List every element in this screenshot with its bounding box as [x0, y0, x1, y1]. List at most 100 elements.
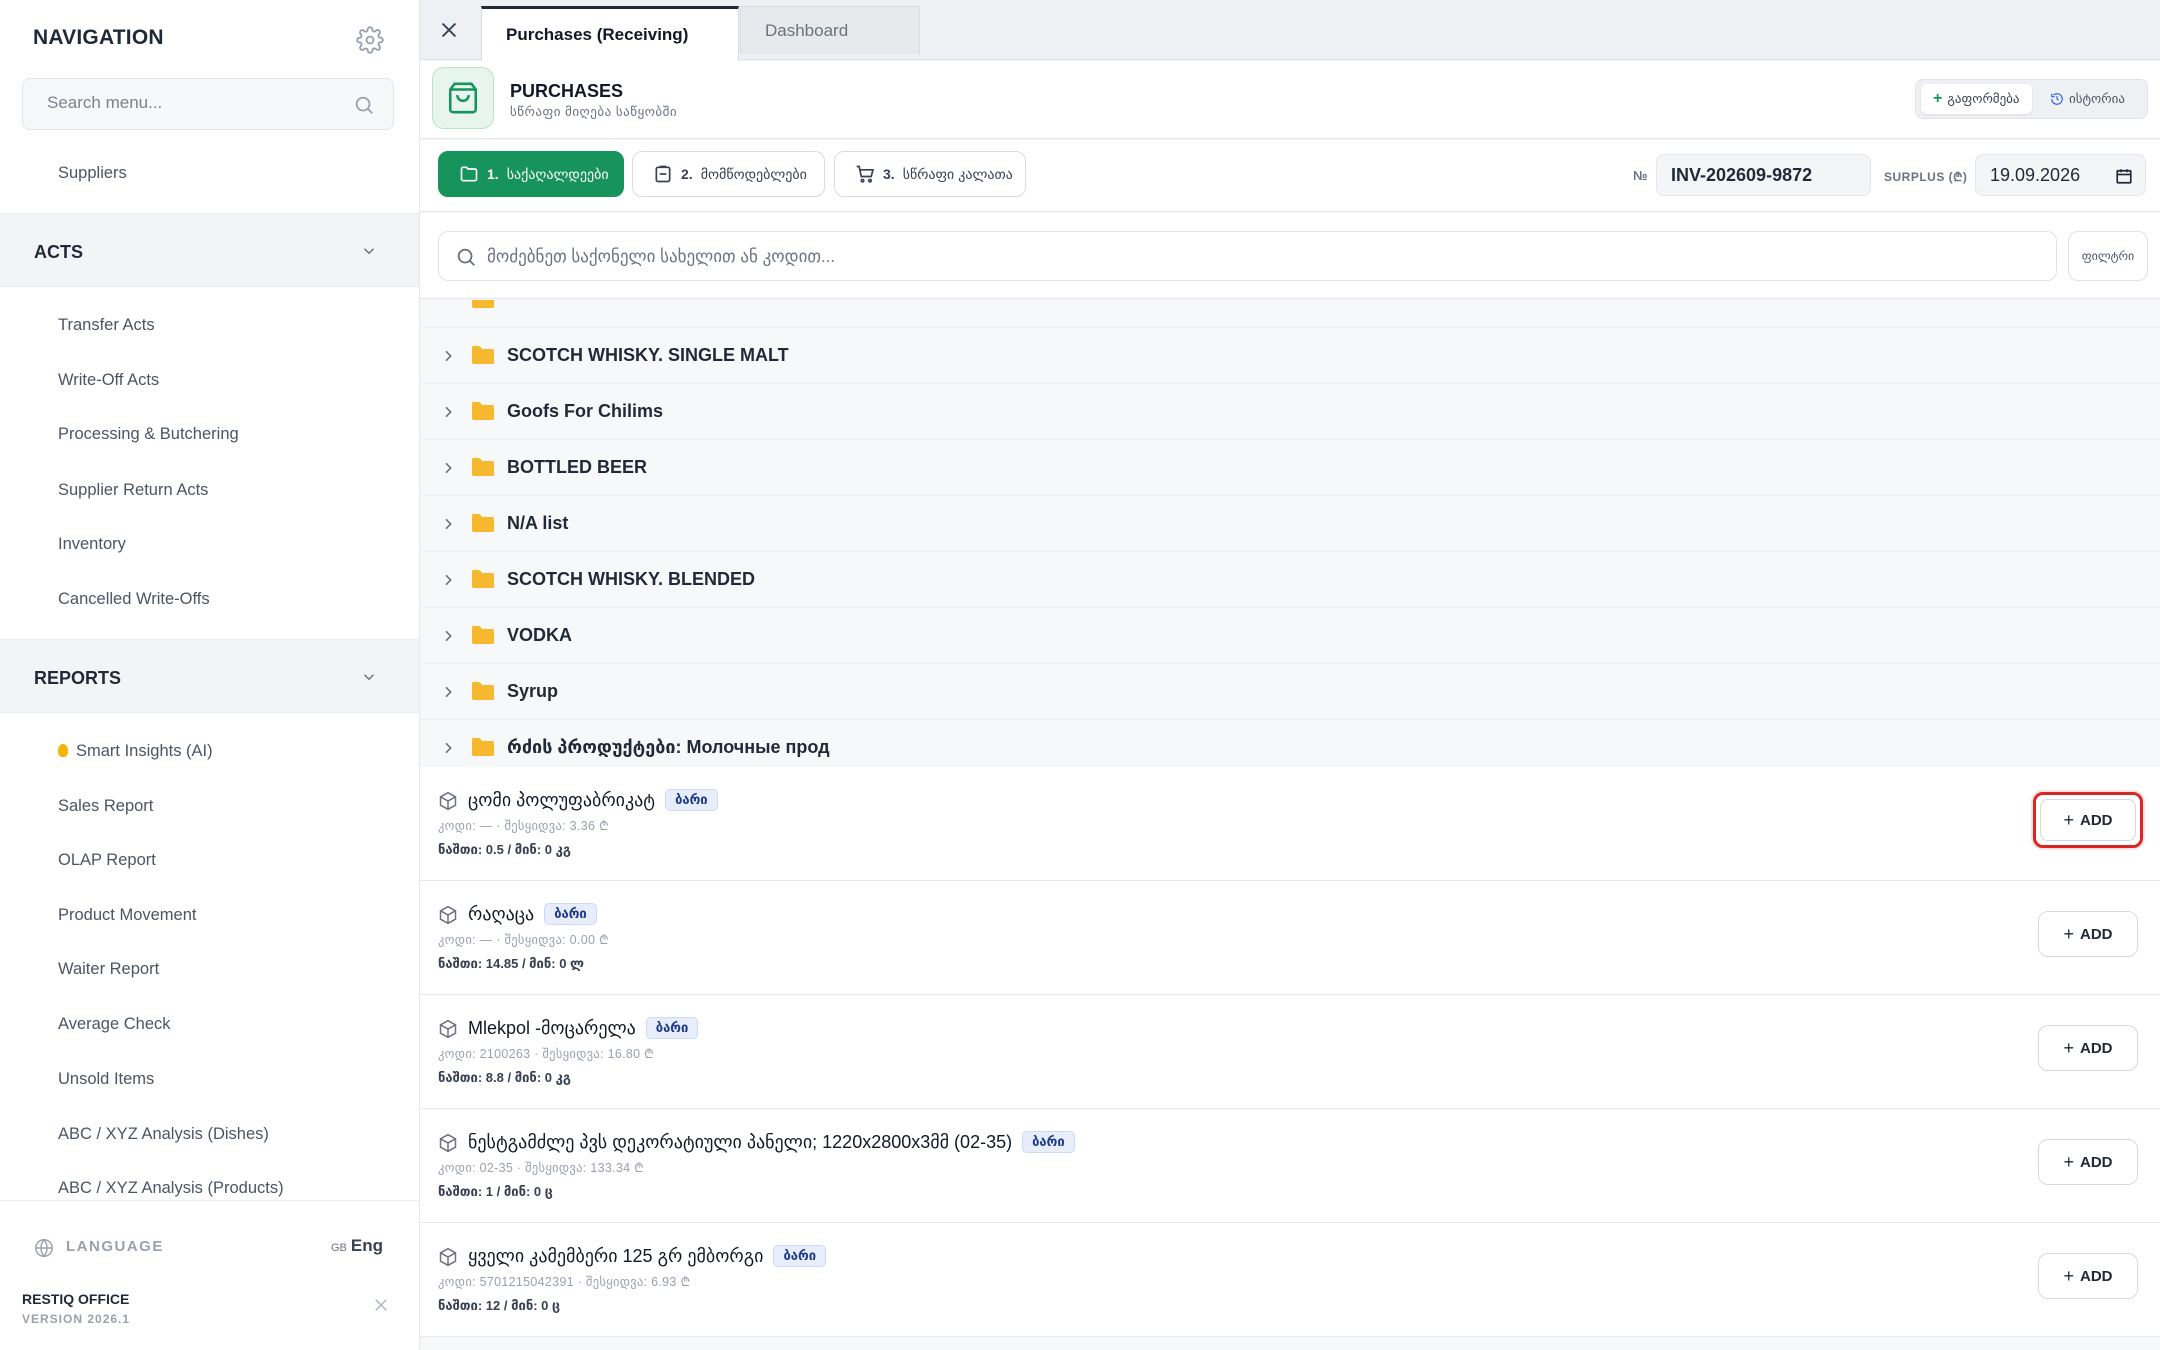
category-label: SCOTCH WHISKY. SINGLE MALT	[507, 345, 789, 365]
category-row[interactable]: Goofs For Chilims	[420, 384, 2160, 440]
sidebar-search[interactable]	[22, 78, 394, 130]
gear-icon[interactable]	[356, 26, 384, 54]
sidebar-item-label: Smart Insights (AI)	[76, 742, 213, 760]
search-icon	[457, 248, 475, 266]
add-button-highlighted[interactable]: + ADD	[2033, 792, 2143, 848]
step-label: საქაღალდეები	[506, 165, 609, 182]
cart-icon	[856, 165, 874, 183]
sidebar-item-product-movement[interactable]: Product Movement	[58, 906, 196, 925]
add-button[interactable]: + ADD	[2038, 1253, 2138, 1299]
close-icon[interactable]	[438, 19, 460, 41]
category-row[interactable]	[420, 300, 2160, 328]
plus-icon: +	[2063, 1265, 2074, 1286]
invoice-number-label: №	[1633, 168, 1648, 183]
sidebar-item-supplier-return[interactable]: Supplier Return Acts	[58, 481, 208, 500]
step-suppliers[interactable]: 2. მომწოდებლები	[632, 151, 825, 197]
language-label: LANGUAGE	[66, 1238, 164, 1255]
step-label: მომწოდებლები	[700, 165, 807, 182]
search-icon	[355, 96, 373, 114]
new-button[interactable]: + გაფორმება	[1921, 84, 2032, 114]
sidebar-item-abc-products[interactable]: ABC / XYZ Analysis (Products)	[58, 1179, 284, 1198]
category-label: რძის პროდუქტები: Молочные прод	[507, 737, 830, 757]
box-icon	[439, 1133, 457, 1153]
location-badge: ბარი	[665, 789, 718, 811]
date-field[interactable]: 19.09.2026	[1975, 154, 2146, 196]
language-selector[interactable]: GB Eng	[331, 1236, 383, 1256]
tab-dashboard[interactable]: Dashboard	[740, 6, 920, 54]
brand-name: RESTIQ OFFICE	[22, 1291, 130, 1307]
location-badge: ბარი	[773, 1245, 827, 1267]
product-name-text: ნესტგამძლე პვს დეკორატიული პანელი; 1220x…	[468, 1132, 1013, 1152]
flag-icon: GB	[331, 1242, 347, 1254]
sidebar-item-abc-dishes[interactable]: ABC / XYZ Analysis (Dishes)	[58, 1125, 269, 1144]
sidebar-item-average-check[interactable]: Average Check	[58, 1015, 171, 1034]
sidebar-item-unsold-items[interactable]: Unsold Items	[58, 1070, 154, 1089]
product-meta: კოდი: 02-35 · შესყიდვა: 133.34 ₾	[438, 1161, 645, 1175]
add-button[interactable]: + ADD	[2040, 799, 2136, 841]
globe-icon	[35, 1238, 53, 1258]
add-button-label: ADD	[2080, 925, 2113, 943]
product-name-text: რაღაცა	[468, 904, 535, 924]
product-name: Mlekpol -მოცარელა ბარი	[468, 1017, 699, 1039]
sidebar-item-suppliers[interactable]: Suppliers	[58, 164, 127, 183]
product-stock: ნაშთი: 1 / მინ: 0 ც	[438, 1184, 553, 1199]
box-icon	[439, 791, 457, 811]
main-area: Purchases (Receiving) Dashboard PURCHASE…	[420, 0, 2160, 1350]
history-button[interactable]: ისტორია	[2038, 84, 2137, 114]
lightbulb-icon	[58, 744, 68, 757]
product-stock: ნაშთი: 0.5 / მინ: 0 კგ	[438, 842, 571, 857]
plus-icon: +	[2063, 809, 2074, 830]
product-list[interactable]: SCOTCH WHISKY. SINGLE MALT Goofs For Chi…	[420, 300, 2160, 1350]
sidebar-item-inventory[interactable]: Inventory	[58, 535, 126, 554]
step-bar: 1. საქაღალდეები 2. მომწოდებლები 3. სწრაფი კ…	[420, 140, 2160, 212]
invoice-number-field[interactable]: INV-202609-9872	[1656, 154, 1871, 196]
add-button[interactable]: + ADD	[2038, 1025, 2138, 1071]
category-row[interactable]: BOTTLED BEER	[420, 440, 2160, 496]
section-acts-title: ACTS	[34, 242, 83, 262]
page-header: PURCHASES სწრაფი მიღება საწყობში + გაფორმ…	[420, 61, 2160, 139]
category-row[interactable]: VODKA	[420, 608, 2160, 664]
sidebar-item-write-off-acts[interactable]: Write-Off Acts	[58, 371, 159, 390]
tab-purchases[interactable]: Purchases (Receiving)	[481, 6, 739, 61]
product-name: ცომი პოლუფაბრიკატ ბარი	[468, 789, 718, 811]
sidebar-item-olap-report[interactable]: OLAP Report	[58, 851, 156, 870]
section-reports-title: REPORTS	[34, 668, 122, 688]
product-search-bar: მოძებნეთ საქონელი სახელით ან კოდით... ფი…	[420, 213, 2160, 299]
chevron-right-icon	[445, 406, 452, 418]
section-acts[interactable]: ACTS	[0, 213, 419, 287]
folder-icon	[472, 514, 494, 532]
category-row[interactable]: Syrup	[420, 664, 2160, 720]
filter-button[interactable]: ფილტრი	[2068, 231, 2148, 281]
step-quick-cart[interactable]: 3. სწრაფი კალათა	[834, 151, 1026, 197]
category-row[interactable]: N/A list	[420, 496, 2160, 552]
step-folders[interactable]: 1. საქაღალდეები	[438, 151, 624, 197]
folder-icon	[472, 570, 494, 588]
sidebar-item-sales-report[interactable]: Sales Report	[58, 797, 153, 816]
category-row[interactable]: SCOTCH WHISKY. BLENDED	[420, 552, 2160, 608]
close-icon[interactable]	[372, 1296, 390, 1314]
sidebar-item-processing[interactable]: Processing & Butchering	[58, 425, 239, 444]
add-button-label: ADD	[2080, 1039, 2113, 1057]
product-name: რაღაცა ბარი	[468, 903, 597, 925]
sidebar-item-cancelled-write-offs[interactable]: Cancelled Write-Offs	[58, 590, 210, 609]
add-button[interactable]: + ADD	[2038, 1139, 2138, 1185]
product-search-input[interactable]: მოძებნეთ საქონელი სახელით ან კოდით...	[438, 231, 2057, 281]
sidebar-item-waiter-report[interactable]: Waiter Report	[58, 960, 159, 979]
product-name-text: ყველი კამემბერი 125 გრ ემბორგი	[468, 1246, 764, 1266]
sidebar-item-transfer-acts[interactable]: Transfer Acts	[58, 316, 155, 335]
page-subtitle: სწრაფი მიღება საწყობში	[510, 104, 678, 119]
sidebar-title: NAVIGATION	[33, 26, 164, 49]
chevron-right-icon	[445, 742, 452, 754]
category-row[interactable]: SCOTCH WHISKY. SINGLE MALT	[420, 328, 2160, 384]
sidebar-search-input[interactable]	[47, 93, 337, 113]
plus-icon: +	[2063, 1151, 2074, 1172]
add-button[interactable]: + ADD	[2038, 911, 2138, 957]
sidebar-item-smart-insights[interactable]: Smart Insights (AI)	[58, 742, 213, 761]
calendar-icon[interactable]	[2115, 167, 2133, 185]
product-row: ნესტგამძლე პვს დეკორატიული პანელი; 1220x…	[420, 1109, 2160, 1223]
section-reports[interactable]: REPORTS	[0, 639, 419, 713]
clipboard-icon	[655, 165, 671, 183]
chevron-right-icon	[445, 518, 452, 530]
category-label: VODKA	[507, 625, 573, 645]
category-label: SCOTCH WHISKY. BLENDED	[507, 569, 756, 589]
